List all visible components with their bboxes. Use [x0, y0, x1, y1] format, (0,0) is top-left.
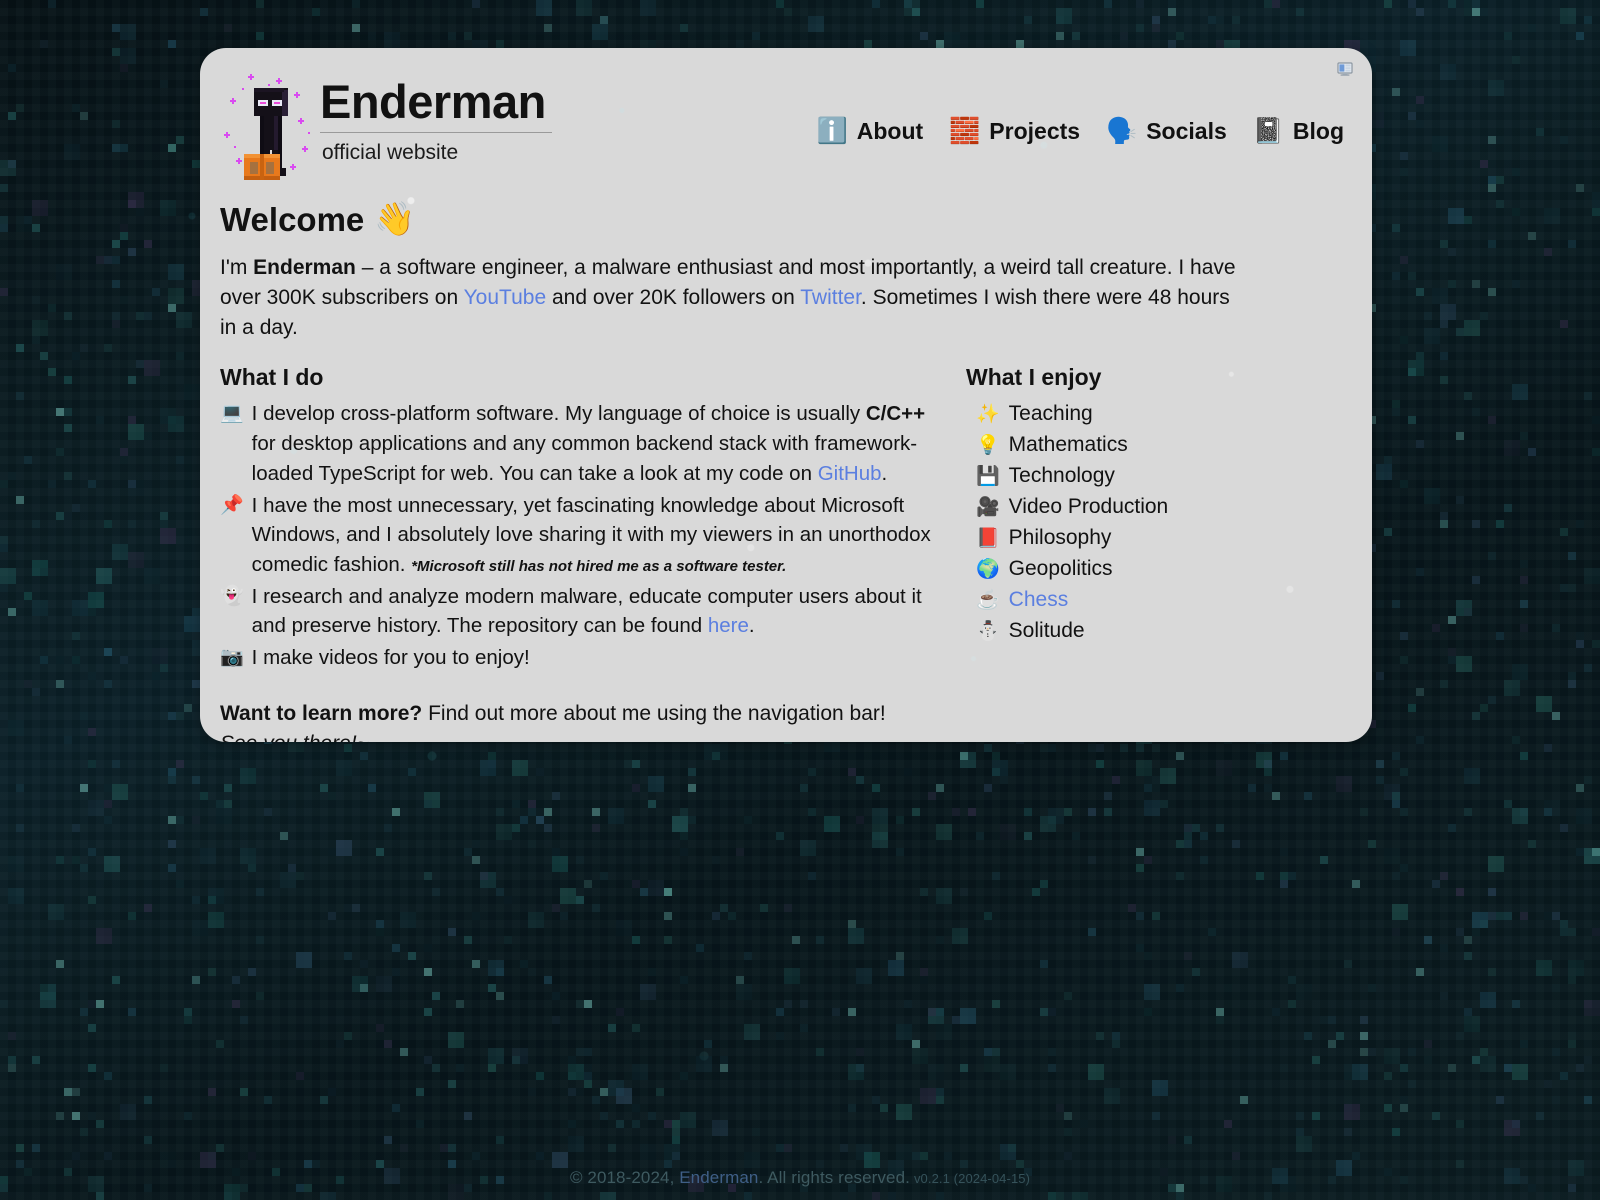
text-segment: .	[881, 461, 888, 485]
list-item: 📌 I have the most unnecessary, yet fasci…	[220, 491, 950, 580]
youtube-link[interactable]: YouTube	[464, 286, 547, 309]
snowman-icon: ⛄	[976, 621, 1000, 643]
footnote-microsoft: *Microsoft still has not hired me as a s…	[411, 558, 787, 576]
text-segment: I develop cross-platform software. My la…	[251, 402, 866, 426]
text-segment: I research and analyze modern malware, e…	[251, 584, 922, 638]
people-talking-icon: 🗣️	[1106, 117, 1138, 145]
list-item-text: I make videos for you to enjoy!	[251, 646, 530, 670]
intro-paragraph: I'm Enderman – a software engineer, a ma…	[220, 253, 1250, 342]
list-item: 💡 Mathematics	[966, 430, 1344, 460]
list-item: 💾 Technology	[966, 461, 1344, 491]
github-link[interactable]: GitHub	[818, 462, 882, 485]
monitor-icon[interactable]	[1334, 58, 1356, 80]
list-item-text: I develop cross-platform software. My la…	[252, 399, 950, 488]
twitter-link[interactable]: Twitter	[800, 286, 861, 309]
what-i-do-heading: What I do	[220, 364, 324, 391]
information-icon: ℹ️	[816, 117, 848, 145]
pushpin-icon: 📌	[220, 494, 244, 516]
nav-label-about: About	[856, 118, 924, 144]
nav-item-projects[interactable]: 🧱 Projects	[949, 118, 1080, 145]
intro-text-3: and over 20K followers on	[546, 285, 801, 309]
nav-item-blog[interactable]: 📓 Blog	[1253, 118, 1344, 145]
footer-owner-link[interactable]: Enderman	[679, 1168, 758, 1187]
nav-label-projects: Projects	[989, 118, 1081, 144]
what-i-do-list: 💻 I develop cross-platform software. My …	[220, 399, 950, 672]
outro-section: Want to learn more? Find out more about …	[220, 699, 1344, 742]
what-i-do-column: What I do 💻 I develop cross-platform sof…	[220, 364, 950, 674]
camera-icon: 📷	[220, 647, 244, 669]
list-item: ⛄ Solitude	[966, 616, 1344, 646]
waving-hand-icon: 👋	[374, 200, 416, 237]
closed-book-icon: 📕	[976, 528, 1000, 550]
list-item: ✨ Teaching	[966, 399, 1344, 429]
outro-signoff: See you there!~	[220, 729, 1344, 742]
welcome-heading-text: Welcome	[220, 200, 365, 238]
list-item-text: I have the most unnecessary, yet fascina…	[252, 491, 950, 580]
two-column-section: What I do 💻 I develop cross-platform sof…	[220, 364, 1344, 674]
list-item: 📕 Philosophy	[966, 523, 1344, 553]
welcome-heading: Welcome 👋	[220, 200, 1344, 239]
nav-item-about[interactable]: ℹ️ About	[817, 118, 924, 145]
enderman-mascot-icon	[220, 70, 314, 182]
main-card: Enderman official website ℹ️ About 🧱 Pro…	[200, 48, 1372, 742]
enjoy-label-video-production: Video Production	[1008, 495, 1169, 519]
footer-copyright-prefix: © 2018-2024,	[569, 1168, 680, 1187]
enjoy-label-teaching: Teaching	[1008, 402, 1093, 426]
highlight-cpp: C/C++	[865, 402, 926, 426]
coffee-icon: ☕	[976, 590, 1000, 612]
main-navigation: ℹ️ About 🧱 Projects 🗣️ Socials 📓 Blog	[817, 66, 1344, 145]
page-footer: © 2018-2024, Enderman. All rights reserv…	[0, 1168, 1600, 1188]
sparkles-icon: ✨	[976, 404, 1000, 426]
globe-europe-icon: 🌍	[976, 559, 1000, 581]
list-item: 🎥 Video Production	[966, 492, 1344, 522]
list-item-text: I research and analyze modern malware, e…	[252, 582, 950, 641]
intro-name: Enderman	[253, 256, 356, 279]
notebook-icon: 📓	[1252, 117, 1284, 145]
title-block: Enderman official website	[320, 66, 552, 165]
text-segment: .	[748, 614, 755, 638]
light-bulb-icon: 💡	[976, 435, 1000, 457]
nav-label-socials: Socials	[1146, 118, 1227, 144]
nav-label-blog: Blog	[1292, 118, 1344, 144]
enjoy-label-mathematics: Mathematics	[1008, 433, 1128, 457]
chess-link[interactable]: Chess	[1009, 585, 1069, 615]
what-i-enjoy-list: ✨ Teaching 💡 Mathematics 💾 Technology 🎥 …	[966, 399, 1344, 646]
ghost-icon: 👻	[220, 585, 244, 607]
outro-text: Find out more about me using the navigat…	[422, 701, 886, 725]
footer-version: v0.2.1 (2024-04-15)	[913, 1171, 1031, 1186]
movie-camera-icon: 🎥	[976, 497, 1000, 519]
list-item: 🌍 Geopolitics	[966, 554, 1344, 584]
main-content: Welcome 👋 I'm Enderman – a software engi…	[200, 188, 1372, 742]
floppy-disk-icon: 💾	[976, 466, 1000, 488]
site-header: Enderman official website ℹ️ About 🧱 Pro…	[200, 48, 1372, 188]
list-item: 📷 I make videos for you to enjoy!	[220, 643, 950, 673]
page-subtitle: official website	[322, 140, 459, 164]
enjoy-label-philosophy: Philosophy	[1008, 526, 1112, 550]
nav-item-socials[interactable]: 🗣️ Socials	[1106, 118, 1227, 145]
list-item: ☕ Chess	[966, 585, 1344, 615]
brand: Enderman official website	[220, 66, 552, 182]
list-item: 💻 I develop cross-platform software. My …	[220, 399, 950, 488]
enjoy-label-technology: Technology	[1008, 464, 1115, 488]
enjoy-label-geopolitics: Geopolitics	[1008, 557, 1113, 581]
footer-copyright-suffix: . All rights reserved.	[758, 1168, 910, 1187]
outro-line-1: Want to learn more? Find out more about …	[220, 699, 1344, 729]
outro-bold: Want to learn more?	[220, 701, 423, 725]
list-item: 👻 I research and analyze modern malware,…	[220, 582, 950, 641]
page-title: Enderman	[320, 78, 552, 133]
what-i-enjoy-heading: What I enjoy	[966, 364, 1102, 391]
what-i-enjoy-column: What I enjoy ✨ Teaching 💡 Mathematics 💾 …	[950, 364, 1344, 647]
intro-text-1: I'm	[220, 256, 254, 279]
enjoy-label-solitude: Solitude	[1008, 619, 1085, 643]
repository-here-link[interactable]: here	[708, 614, 749, 637]
building-blocks-icon: 🧱	[949, 117, 981, 145]
laptop-icon: 💻	[220, 403, 244, 425]
